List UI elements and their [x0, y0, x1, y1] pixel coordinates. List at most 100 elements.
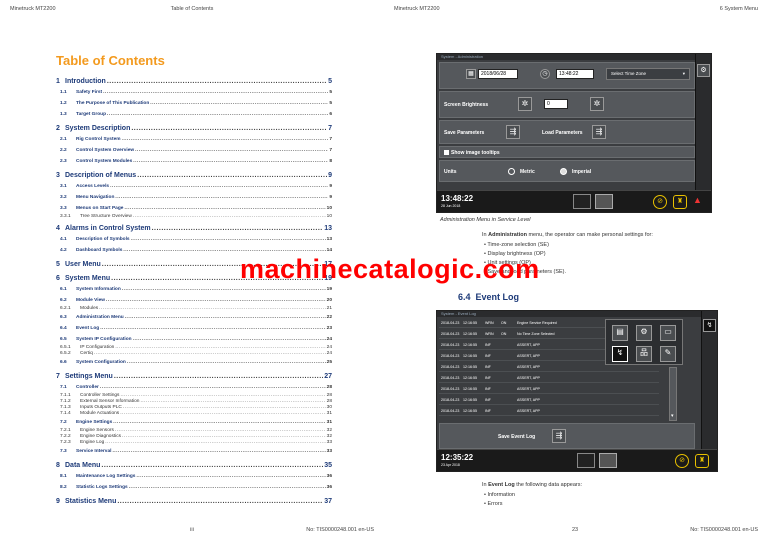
bullet-text: Errors	[487, 501, 503, 507]
toc-entry[interactable]: 7.3 Service Interval 33	[56, 446, 332, 457]
gear-icon[interactable]: ⚙	[636, 325, 652, 341]
toc-entry[interactable]: 3.1 Access Levels 9	[56, 181, 332, 192]
toc-entry[interactable]: 3 Description of Menus 9	[56, 172, 332, 181]
date-field[interactable]: 2018/06/28	[478, 69, 518, 79]
toc-entry[interactable]: 2 System Description 7	[56, 125, 332, 134]
toc-page: 7	[329, 148, 332, 153]
monitor-icon[interactable]: ▤	[612, 325, 628, 341]
pages-icon[interactable]	[573, 194, 591, 209]
toc-entry[interactable]: 7 Settings Menu 27	[56, 373, 332, 382]
toc-leader	[106, 298, 326, 303]
toc-number: 7.1.3	[60, 405, 71, 410]
tooltips-checkbox[interactable]	[444, 150, 449, 155]
log-level: WRN	[485, 332, 494, 336]
brightness-value[interactable]: 0	[544, 99, 568, 109]
imperial-radio[interactable]	[560, 168, 567, 175]
toc-number: 6.1	[60, 287, 67, 292]
toc-label: System Description	[65, 125, 131, 132]
table-row[interactable]: 2018-04-23 12:16:55 INF ASSERT, APP	[439, 385, 659, 394]
toc-leader	[107, 112, 328, 117]
toc-leader	[123, 405, 326, 410]
toc-number: 4.1	[60, 237, 67, 242]
toc-entry[interactable]: 3.3 Menus on Start Page 10	[56, 203, 332, 214]
toc-entry[interactable]: 2.3 Control System Modules 8	[56, 156, 332, 167]
toc-entry[interactable]: 7.2 Engine Settings 31	[56, 417, 332, 428]
metric-radio[interactable]	[508, 168, 515, 175]
toc-entry[interactable]: 6.4 Event Log 23	[56, 323, 332, 334]
toc-leader	[129, 485, 326, 490]
toc-label: Menus on Start Page	[76, 206, 124, 211]
toc-entry[interactable]: 7.1 Controller 28	[56, 382, 332, 393]
timezone-select[interactable]: Select Time Zone ▾	[606, 68, 690, 80]
toc-leader	[99, 306, 326, 311]
usb-save-icon[interactable]: ⇶	[552, 429, 566, 443]
toc-entry[interactable]: 6.6 System Configuration 25	[56, 357, 332, 368]
toc-leader	[152, 225, 324, 232]
gear-icon[interactable]: ⚙	[697, 64, 710, 77]
toc-entry[interactable]: 1.3 Target Group 6	[56, 109, 332, 120]
log-level: INF	[485, 365, 491, 369]
grid-icon[interactable]	[599, 453, 617, 468]
scrollbar[interactable]: ▾	[669, 367, 677, 421]
toc-label: Tree Structure Overview	[80, 214, 132, 219]
scroll-down-icon[interactable]: ▾	[671, 413, 674, 419]
toc-entry[interactable]: 8 Data Menu 35	[56, 462, 332, 471]
usb-save-icon[interactable]: ⇶	[506, 125, 520, 139]
toc-entry[interactable]: 1 Introduction 5	[56, 78, 332, 87]
table-row[interactable]: 2018-04-23 12:16:55 INF ASSERT, APP	[439, 374, 659, 383]
toc-entry[interactable]: 1.1 Safety First 5	[56, 87, 332, 98]
toc-label: Control System Modules	[76, 159, 133, 164]
toc-entry[interactable]: 4 Alarms in Control System 13	[56, 225, 332, 234]
toc-leader	[107, 78, 327, 85]
network-icon[interactable]: 品	[636, 346, 652, 362]
toc-entry[interactable]: 4.1 Description of Symbols 13	[56, 234, 332, 245]
wrench-icon[interactable]: ✎	[660, 346, 676, 362]
grid-icon[interactable]	[595, 194, 613, 209]
brightness-down-icon[interactable]: ✲	[518, 97, 532, 111]
pages-icon[interactable]	[577, 453, 595, 468]
intro-bold: Administration	[488, 232, 527, 238]
toc-entry[interactable]: 9 Statistics Menu 37	[56, 498, 332, 507]
toc-page: 5	[329, 101, 332, 106]
time-field[interactable]: 13:48:22	[556, 69, 594, 79]
toc-page: 28	[326, 385, 332, 390]
section-title: Event Log	[475, 292, 520, 302]
log-message: Engine Service Required	[517, 321, 557, 325]
toc-page: 27	[324, 373, 332, 380]
usb-load-icon[interactable]: ⇶	[592, 125, 606, 139]
toc-entry[interactable]: 2.1 Rig Control System 7	[56, 134, 332, 145]
toc-page: 32	[326, 434, 332, 439]
screen-icon[interactable]: ▭	[660, 325, 676, 341]
toc-entry[interactable]: 6.2 Module View 20	[56, 295, 332, 306]
toc-page: 13	[324, 225, 332, 232]
table-row[interactable]: 2018-04-23 12:16:55 INF ASSERT, APP	[439, 407, 659, 416]
event-log-screenshot: System - Event Log ↯ 2018-04-23 12:16:55 W…	[436, 310, 718, 472]
toc-entry[interactable]: 3.3.1 Tree Structure Overview 10	[56, 214, 332, 220]
clock: 13:48:22	[441, 194, 474, 203]
right-header: Minetruck MT2200 6 System Menu	[394, 6, 758, 16]
brightness-up-icon[interactable]: ✲	[590, 97, 604, 111]
intro-bold: Event Log	[488, 482, 515, 488]
toc-label: Event Log	[76, 326, 100, 331]
toc-page: 30	[326, 405, 332, 410]
log-message: ASSERT, APP	[517, 376, 540, 380]
toc-entry[interactable]: 8.1 Maintenance Log Settings 36	[56, 471, 332, 482]
toc-entry[interactable]: 6.5 System IP Configuration 24	[56, 334, 332, 345]
toc-entry[interactable]: 6.3 Administration Menu 22	[56, 312, 332, 323]
status-bar: 12:35:22 23 Apr 2018 ⊘ ♜	[437, 449, 717, 471]
admin-caption: Administration Menu in Service Level	[440, 217, 531, 223]
toc-entry[interactable]: 8.2 Statistic Logs Settings 36	[56, 482, 332, 493]
toc-entry[interactable]: 6.1 System Information 19	[56, 284, 332, 295]
toc-number: 7.1	[60, 385, 67, 390]
log-chart-icon[interactable]: ↯	[612, 346, 628, 362]
table-row[interactable]: 2018-04-23 12:16:55 INF ASSERT, APP	[439, 396, 659, 405]
toc-entry[interactable]: 1.2 The Purpose of This Publication 5	[56, 98, 332, 109]
toc-leader	[115, 195, 328, 200]
calendar-icon: ▦	[466, 69, 476, 79]
toc-entry[interactable]: 3.2 Menu Navigation 9	[56, 192, 332, 203]
clock-date: 28 Jun 2018	[441, 204, 461, 208]
toc-entry[interactable]: 2.2 Control System Overview 7	[56, 145, 332, 156]
save-log-panel: Save Event Log ⇶	[439, 423, 695, 449]
chart-icon[interactable]: ↯	[703, 319, 716, 332]
status-bar: 13:48:22 28 Jun 2018 ⊘ ♜ ▲	[437, 190, 711, 212]
